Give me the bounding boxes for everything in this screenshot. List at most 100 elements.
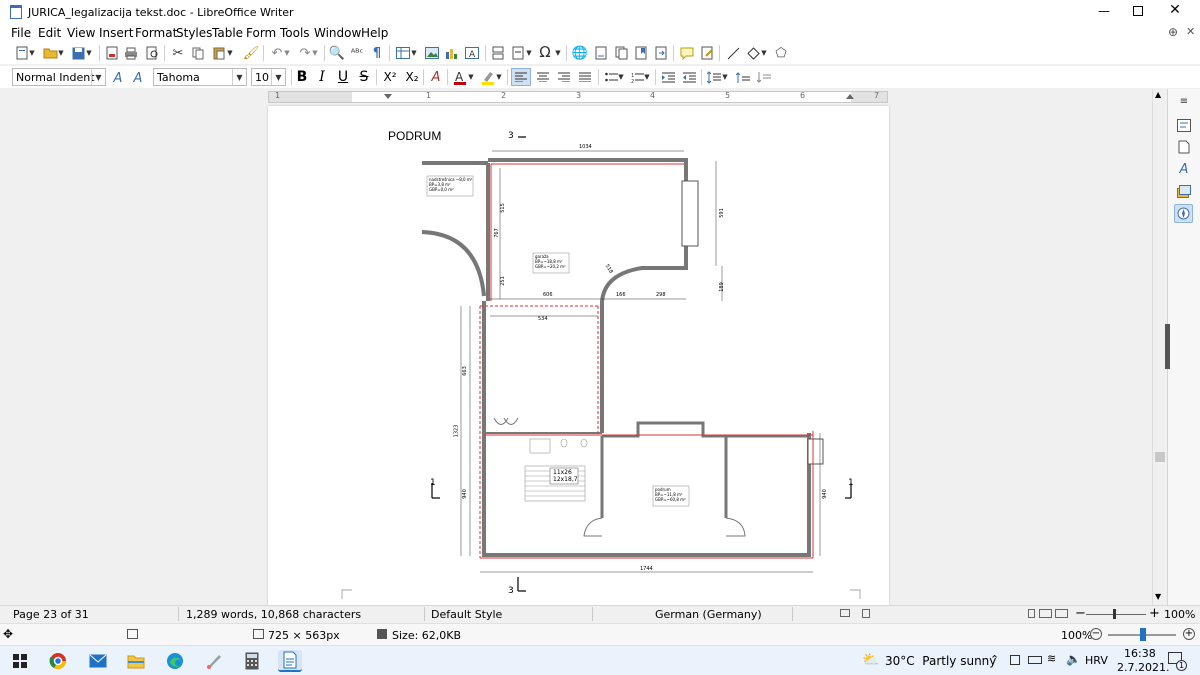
redo-dropdown-icon[interactable]: ▼ <box>311 45 319 61</box>
chrome-icon[interactable] <box>46 650 70 672</box>
horizontal-ruler[interactable]: 1 1 2 3 4 5 6 7 <box>268 91 888 103</box>
volume-icon[interactable]: 🔈 <box>1066 652 1081 666</box>
maximize-icon[interactable] <box>1133 6 1143 16</box>
underline-button[interactable]: U <box>335 69 351 85</box>
chevron-down-icon[interactable]: ▼ <box>271 69 285 85</box>
numbered-dropdown-icon[interactable]: ▼ <box>643 69 651 85</box>
edge-icon[interactable] <box>163 650 187 672</box>
calculator-icon[interactable] <box>240 650 264 672</box>
bold-button[interactable]: B <box>294 69 310 85</box>
line-spacing-dropdown-icon[interactable]: ▼ <box>721 69 729 85</box>
font-name-box[interactable]: Tahoma ▼ <box>153 68 247 86</box>
scroll-down-icon[interactable]: ▼ <box>1155 592 1161 601</box>
word-count[interactable]: 1,289 words, 10,868 characters <box>186 608 361 621</box>
weather-icon[interactable]: ⛅ <box>862 652 879 668</box>
open-folder-icon[interactable] <box>42 45 58 61</box>
save-dropdown-icon[interactable]: ▼ <box>85 45 93 61</box>
chevron-up-icon[interactable]: ⌃ <box>990 653 999 666</box>
right-indent-marker[interactable] <box>846 94 854 99</box>
scroll-up-icon[interactable]: ▲ <box>1155 90 1161 99</box>
paste-dropdown-icon[interactable]: ▼ <box>226 45 234 61</box>
insert-textbox-icon[interactable]: A <box>464 45 480 61</box>
track-changes-icon[interactable] <box>699 45 715 61</box>
paragraph-spacing-up-icon[interactable] <box>735 69 751 85</box>
justify-icon[interactable] <box>577 69 593 85</box>
notification-count[interactable]: 1 <box>1176 660 1187 671</box>
insert-image-icon[interactable] <box>424 45 440 61</box>
footnote-icon[interactable] <box>593 45 609 61</box>
basic-shapes-icon[interactable] <box>745 45 761 61</box>
menu-file[interactable]: File <box>11 26 31 40</box>
open-dropdown-icon[interactable]: ▼ <box>57 45 65 61</box>
highlight-color-icon[interactable] <box>480 69 496 85</box>
viewer-zoom-thumb[interactable] <box>1140 628 1146 641</box>
device-icon[interactable] <box>1010 655 1020 665</box>
menu-help[interactable]: Help <box>361 26 388 40</box>
new-style-icon[interactable]: A <box>130 70 146 86</box>
gallery-icon[interactable] <box>1176 183 1192 199</box>
special-char-dropdown-icon[interactable]: ▼ <box>554 45 562 61</box>
menu-format[interactable]: Format <box>135 26 177 40</box>
styles-icon[interactable]: A <box>1176 161 1192 177</box>
menu-table[interactable]: Table <box>212 26 243 40</box>
zoom-in-icon[interactable]: + <box>1183 628 1195 640</box>
field-dropdown-icon[interactable]: ▼ <box>525 45 533 61</box>
page-break-icon[interactable] <box>490 45 506 61</box>
clock-time[interactable]: 16:38 <box>1124 647 1156 660</box>
cut-icon[interactable]: ✂ <box>170 45 186 61</box>
draw-functions-icon[interactable]: ⬠ <box>773 45 789 61</box>
sidebar-menu-icon[interactable]: ≡ <box>1176 93 1192 109</box>
writer-taskbar-icon[interactable] <box>278 650 302 672</box>
spellcheck-icon[interactable]: ᴬᴮᶜ <box>349 45 365 61</box>
navigator-icon[interactable] <box>1174 204 1193 223</box>
menu-window[interactable]: Window <box>314 26 361 40</box>
align-center-icon[interactable] <box>535 69 551 85</box>
insert-mode-icon[interactable] <box>840 609 850 617</box>
font-color-dropdown-icon[interactable]: ▼ <box>467 69 475 85</box>
multi-page-view-icon[interactable] <box>1039 609 1052 618</box>
print-icon[interactable] <box>123 45 139 61</box>
zoom-percent[interactable]: 100% <box>1164 608 1195 621</box>
increase-indent-icon[interactable] <box>660 69 676 85</box>
update-style-icon[interactable]: A <box>110 70 126 86</box>
insert-field-icon[interactable] <box>510 45 526 61</box>
print-preview-icon[interactable] <box>144 45 160 61</box>
page-icon[interactable] <box>1176 139 1192 155</box>
decrease-indent-icon[interactable] <box>681 69 697 85</box>
bullet-dropdown-icon[interactable]: ▼ <box>617 69 625 85</box>
page-count[interactable]: Page 23 of 31 <box>13 608 89 621</box>
mail-icon[interactable] <box>86 650 110 672</box>
endnote-icon[interactable] <box>613 45 629 61</box>
zoom-slider-thumb[interactable] <box>1113 609 1116 619</box>
paint-icon[interactable] <box>202 650 226 672</box>
save-icon[interactable] <box>70 45 86 61</box>
page-style[interactable]: Default Style <box>431 608 502 621</box>
font-size-box[interactable]: 10 ▼ <box>251 68 286 86</box>
clock-date[interactable]: 2.7.2021. <box>1117 661 1169 674</box>
italic-button[interactable]: I <box>314 69 330 85</box>
formatting-marks-icon[interactable]: ¶ <box>369 45 385 61</box>
new-dropdown-icon[interactable]: ▼ <box>28 45 36 61</box>
shapes-dropdown-icon[interactable]: ▼ <box>760 45 768 61</box>
chevron-down-icon[interactable]: ▼ <box>232 69 246 85</box>
special-character-icon[interactable]: Ω <box>537 43 553 61</box>
comment-icon[interactable] <box>679 45 695 61</box>
sidebar-collapse-handle[interactable] <box>1165 324 1170 369</box>
chevron-down-icon[interactable]: ▼ <box>91 69 105 85</box>
menu-edit[interactable]: Edit <box>38 26 61 40</box>
align-left-icon[interactable] <box>511 68 531 86</box>
wifi-icon[interactable]: ≋ <box>1047 652 1056 665</box>
clone-formatting-icon[interactable]: 🖌 <box>243 45 260 61</box>
zoom-slider[interactable] <box>1086 614 1146 615</box>
document-page[interactable]: PODRUM 3 3 1 1 1034 591 515 767 251 606 … <box>268 106 889 605</box>
vertical-scrollbar[interactable]: ▲ ▼ <box>1152 89 1166 605</box>
paragraph-style-box[interactable]: Normal Indent ▼ <box>12 68 106 86</box>
export-pdf-icon[interactable] <box>104 45 120 61</box>
table-dropdown-icon[interactable]: ▼ <box>410 45 418 61</box>
font-color-icon[interactable]: A <box>452 69 468 85</box>
bookmark-icon[interactable] <box>633 45 649 61</box>
input-language[interactable]: HRV <box>1085 654 1108 667</box>
single-page-view-icon[interactable] <box>1028 609 1035 618</box>
scroll-thumb[interactable] <box>1155 452 1165 462</box>
menu-tools[interactable]: Tools <box>280 26 310 40</box>
